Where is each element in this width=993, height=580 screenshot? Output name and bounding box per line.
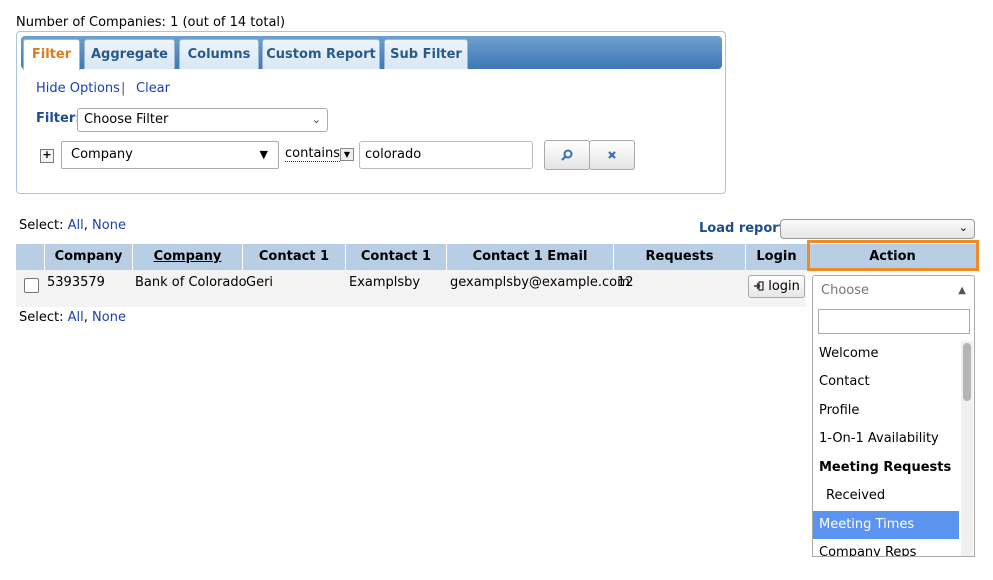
tab-custom-report[interactable]: Custom Report [262, 39, 380, 69]
action-select-value: Choose [821, 283, 869, 298]
select-all-link[interactable]: All [68, 218, 84, 233]
login-arrow-icon [754, 281, 764, 291]
cell-contact-last: Examplsby [349, 275, 421, 290]
option-contact[interactable]: Contact [813, 368, 959, 396]
cell-contact-first: Geri [246, 275, 274, 290]
tab-bar: Filter Aggregate Columns Custom Report S… [21, 36, 722, 70]
select-label: Select: [19, 310, 64, 325]
triangle-up-icon: ▲ [958, 285, 966, 296]
header-company-id[interactable]: Company ID [45, 244, 133, 290]
chevron-down-icon: ⌄ [311, 113, 321, 126]
login-button[interactable]: login [748, 275, 805, 298]
operator-label[interactable]: contains [285, 146, 341, 162]
select-comma: , [83, 310, 88, 325]
choose-filter-value: Choose Filter [84, 112, 169, 127]
action-header-highlight [807, 240, 979, 271]
dropdown-search-input[interactable] [818, 309, 970, 334]
select-controls-top: Select: All, None [19, 218, 126, 233]
search-button[interactable] [544, 140, 590, 170]
scrollbar-thumb[interactable] [963, 343, 971, 401]
option-availability[interactable]: 1-On-1 Availability [813, 425, 959, 453]
select-controls-bottom: Select: All, None [19, 310, 126, 325]
header-contact-first[interactable]: Contact 1 First [243, 244, 346, 290]
action-dropdown-list: Welcome Contact Profile 1-On-1 Availabil… [812, 305, 975, 557]
separator: | [121, 81, 126, 96]
field-select-value: Company [71, 147, 133, 162]
select-none-link[interactable]: None [92, 218, 126, 233]
clear-filter-button[interactable] [589, 140, 635, 170]
clear-link[interactable]: Clear [136, 81, 170, 96]
option-welcome[interactable]: Welcome [813, 340, 959, 368]
chevron-down-icon: ⌄ [958, 221, 968, 234]
header-checkbox-col [16, 244, 45, 270]
cell-company-name: Bank of Colorado [135, 275, 247, 290]
x-icon [608, 150, 616, 159]
field-select[interactable]: Company ▼ [61, 141, 279, 169]
cell-contact-email: gexamplsby@example.com [450, 275, 630, 290]
header-contact-email[interactable]: Contact 1 Email [447, 244, 614, 270]
cell-requests-received: 12 [617, 275, 634, 290]
header-contact-last[interactable]: Contact 1 Last [346, 244, 447, 290]
row-checkbox[interactable] [24, 278, 39, 293]
add-condition-icon[interactable]: + [40, 149, 54, 163]
login-label: login [768, 279, 800, 294]
select-none-link[interactable]: None [92, 310, 126, 325]
option-received[interactable]: Received [813, 482, 959, 510]
dropdown-scrollbar[interactable] [961, 341, 973, 556]
magnifier-icon [561, 149, 573, 161]
filter-label: Filter: [36, 111, 81, 126]
filter-value-input[interactable]: colorado [359, 141, 533, 169]
option-meeting-times[interactable]: Meeting Times [813, 511, 959, 539]
hide-options-link[interactable]: Hide Options [36, 81, 120, 96]
option-group-meeting-requests: Meeting Requests [819, 460, 952, 475]
company-count: Number of Companies: 1 (out of 14 total) [16, 15, 286, 30]
tab-filter[interactable]: Filter [23, 39, 80, 70]
cell-company-id: 5393579 [47, 275, 105, 290]
filter-panel: Filter Aggregate Columns Custom Report S… [16, 31, 726, 194]
option-company-reps[interactable]: Company Reps [813, 539, 959, 556]
triangle-down-icon: ▼ [259, 148, 268, 161]
tab-aggregate[interactable]: Aggregate [84, 39, 175, 69]
select-label: Select: [19, 218, 64, 233]
operator-dropdown-icon[interactable]: ▼ [340, 148, 354, 161]
select-comma: , [83, 218, 88, 233]
header-login: Login [746, 244, 808, 270]
load-report-select[interactable]: ⌄ [780, 219, 975, 239]
choose-filter-select[interactable]: Choose Filter ⌄ [77, 108, 328, 132]
header-requests-received[interactable]: Requests Received [614, 244, 746, 290]
load-report-label: Load report: [699, 221, 791, 236]
action-select[interactable]: Choose ▲ [812, 275, 975, 306]
header-company-name[interactable]: Company Name [133, 244, 243, 290]
tab-sub-filter[interactable]: Sub Filter [384, 39, 468, 69]
tab-columns[interactable]: Columns [179, 39, 259, 69]
select-all-link[interactable]: All [68, 310, 84, 325]
option-profile[interactable]: Profile [813, 397, 959, 425]
